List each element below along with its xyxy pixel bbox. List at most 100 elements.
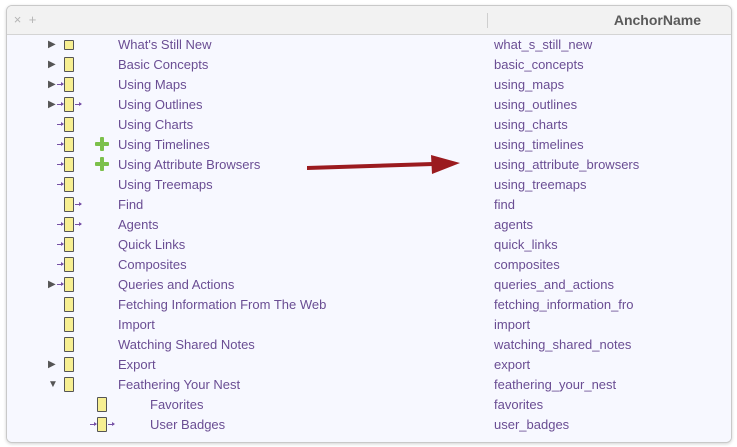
linked-note-icon [64,217,74,232]
note-name: Quick Links [118,237,186,252]
note-name: Import [118,317,155,332]
note-name: Agents [118,217,159,232]
incoming-link-icon [57,162,64,166]
list-item[interactable]: Quick Links quick_links [7,235,731,255]
linked-note-icon [64,77,74,92]
linked-note-icon [64,237,74,252]
anchor-name-cell[interactable]: using_charts [494,117,568,132]
add-column-icon[interactable]: + [26,13,39,26]
linked-note-icon [64,137,74,152]
incoming-link-icon [90,422,97,426]
plus-badge-icon [95,137,109,151]
note-name: What's Still New [118,37,212,52]
note-icon [64,297,74,312]
incoming-link-icon [57,282,64,286]
anchor-name-cell[interactable]: fetching_information_fro [494,297,633,312]
note-name: Using Maps [118,77,187,92]
anchor-name-cell[interactable]: using_treemaps [494,177,587,192]
outgoing-link-icon [75,222,82,226]
incoming-link-icon [57,142,64,146]
disclosure-triangle-icon[interactable]: ▼ [48,379,58,391]
closed-note-icon [64,40,74,50]
note-name: Feathering Your Nest [118,377,241,392]
list-item[interactable]: Watching Shared Notes watching_shared_no… [7,335,731,355]
anchor-name-cell[interactable]: basic_concepts [494,57,584,72]
anchor-name-cell[interactable]: what_s_still_new [494,37,592,52]
anchor-name-cell[interactable]: favorites [494,397,543,412]
linked-note-icon [64,277,74,292]
list-item[interactable]: ▶ What's Still New what_s_still_new [7,35,731,55]
anchor-name-cell[interactable]: export [494,357,530,372]
list-item[interactable]: Fetching Information From The Web fetchi… [7,295,731,315]
anchor-name-cell[interactable]: using_outlines [494,97,577,112]
note-icon [97,397,107,412]
anchor-name-cell[interactable]: feathering_your_nest [494,377,616,392]
column-divider[interactable] [487,13,488,28]
note-name: Composites [118,257,187,272]
outgoing-link-icon [75,202,82,206]
note-name: Using Treemaps [118,177,213,192]
note-name: Using Outlines [118,97,203,112]
note-name: Using Charts [118,117,194,132]
note-name: Fetching Information From The Web [118,297,327,312]
note-name: Export [118,357,156,372]
disclosure-triangle-icon[interactable]: ▶ [48,99,58,111]
anchor-name-cell[interactable]: user_badges [494,417,569,432]
outlink-note-icon [64,197,74,212]
incoming-link-icon [57,182,64,186]
anchor-name-cell[interactable]: watching_shared_notes [494,337,631,352]
list-item[interactable]: Agents agents [7,215,731,235]
anchor-name-cell[interactable]: using_maps [494,77,564,92]
note-name: Basic Concepts [118,57,209,72]
list-item[interactable]: ▶ Queries and Actions queries_and_action… [7,275,731,295]
list-item[interactable]: User Badges user_badges [7,415,731,435]
note-name: Queries and Actions [118,277,235,292]
anchor-name-cell[interactable]: import [494,317,530,332]
anchor-name-cell[interactable]: using_attribute_browsers [494,157,639,172]
linked-note-icon [64,177,74,192]
list-item[interactable]: Using Treemaps using_treemaps [7,175,731,195]
list-item[interactable]: Find find [7,195,731,215]
list-item[interactable]: ▶ Basic Concepts basic_concepts [7,55,731,75]
linked-note-icon [97,417,107,432]
note-icon [64,57,74,72]
note-name: Watching Shared Notes [118,337,255,352]
disclosure-triangle-icon[interactable]: ▶ [48,79,58,91]
note-icon [64,337,74,352]
disclosure-triangle-icon[interactable]: ▶ [48,359,58,371]
note-name: Using Timelines [118,137,210,152]
anchor-name-cell[interactable]: find [494,197,515,212]
linked-note-icon [64,117,74,132]
outline-window: × + AnchorName ▶ What's Still New what_s… [6,5,732,443]
note-name: Using Attribute Browsers [118,157,261,172]
linked-note-icon [64,97,74,112]
incoming-link-icon [57,242,64,246]
list-item[interactable]: ▼ Feathering Your Nest feathering_your_n… [7,375,731,395]
anchor-name-cell[interactable]: queries_and_actions [494,277,614,292]
close-column-icon[interactable]: × [11,13,24,26]
incoming-link-icon [57,102,64,106]
note-icon [64,377,74,392]
list-item[interactable]: Import import [7,315,731,335]
disclosure-triangle-icon[interactable]: ▶ [48,59,58,71]
note-name: Favorites [150,397,204,412]
anchor-name-cell[interactable]: composites [494,257,560,272]
list-item[interactable]: ▶ Export export [7,355,731,375]
list-item[interactable]: Composites composites [7,255,731,275]
column-header: × + AnchorName [7,6,731,35]
list-item[interactable]: Favorites favorites [7,395,731,415]
outline-list: ▶ What's Still New what_s_still_new ▶ Ba… [7,35,731,442]
incoming-link-icon [57,222,64,226]
disclosure-triangle-icon[interactable]: ▶ [48,279,58,291]
anchor-name-column-header[interactable]: AnchorName [614,12,701,28]
list-item[interactable]: Using Timelines using_timelines [7,135,731,155]
list-item[interactable]: ▶ Using Maps using_maps [7,75,731,95]
anchor-name-cell[interactable]: quick_links [494,237,558,252]
outgoing-link-icon [75,102,82,106]
list-item[interactable]: ▶ Using Outlines using_outlines [7,95,731,115]
disclosure-triangle-icon[interactable]: ▶ [48,39,58,51]
list-item[interactable]: Using Charts using_charts [7,115,731,135]
anchor-name-cell[interactable]: using_timelines [494,137,584,152]
anchor-name-cell[interactable]: agents [494,217,533,232]
plus-badge-icon [95,157,109,171]
